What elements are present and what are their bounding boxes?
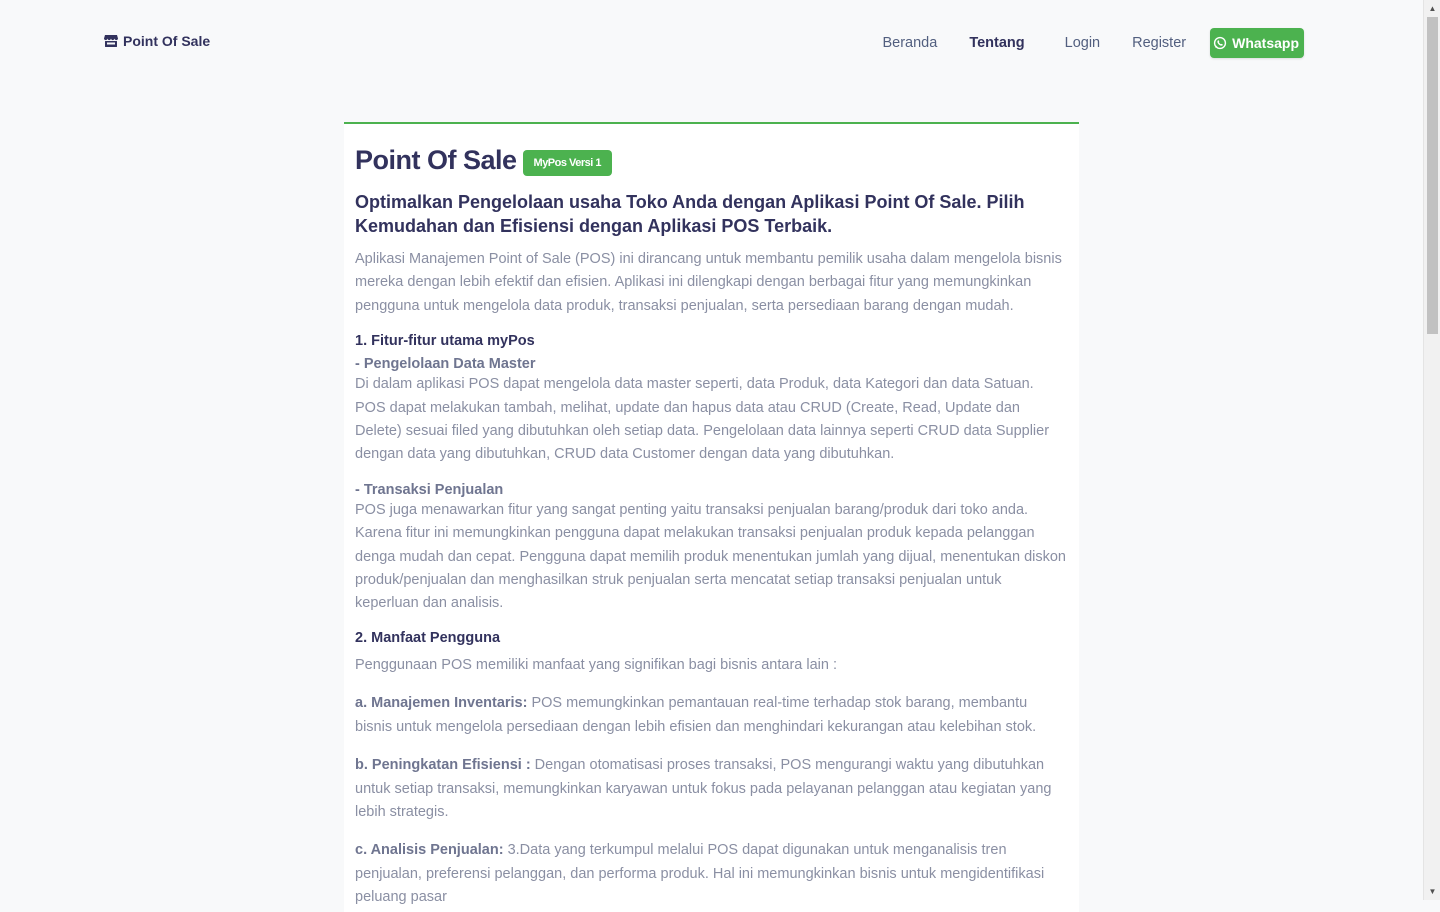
- feature-text: POS juga menawarkan fitur yang sangat pe…: [355, 501, 1066, 612]
- benefit-label: a. Manajemen Inventaris:: [355, 695, 528, 712]
- nav-link-tentang[interactable]: Tentang: [969, 28, 1024, 58]
- intro-paragraph: Aplikasi Manajemen Point of Sale (POS) i…: [355, 251, 1062, 314]
- nav-link-register[interactable]: Register: [1132, 28, 1186, 58]
- whatsapp-icon: [1213, 36, 1227, 50]
- page-scrollbar[interactable]: ▲ ▼: [1423, 0, 1440, 900]
- benefit-item: c. Analisis Penjualan: 3.Data yang terku…: [355, 839, 1068, 909]
- benefit-label: b. Peningkatan Efisiensi :: [355, 757, 531, 774]
- whatsapp-label: Whatsapp: [1232, 35, 1299, 51]
- whatsapp-button[interactable]: Whatsapp: [1210, 28, 1304, 58]
- feature-text: Di dalam aplikasi POS dapat mengelola da…: [355, 376, 1050, 463]
- benefit-label: c. Analisis Penjualan:: [355, 842, 504, 859]
- benefits-intro: Penggunaan POS memiliki manfaat yang sig…: [355, 656, 837, 673]
- page-title: Point Of Sale: [355, 144, 517, 175]
- scroll-down-arrow-icon[interactable]: ▼: [1424, 883, 1440, 900]
- scrollbar-thumb[interactable]: [1427, 17, 1438, 334]
- benefit-item: b. Peningkatan Efisiensi : Dengan otomat…: [355, 754, 1068, 824]
- feature-item: - Transaksi Penjualan POS juga menawarka…: [355, 482, 1068, 616]
- nav-links: Beranda Tentang Login Register Whatsapp: [882, 28, 1304, 58]
- section-benefits-heading: 2. Manfaat Pengguna: [355, 629, 501, 646]
- feature-heading: - Transaksi Penjualan: [355, 481, 504, 498]
- feature-item: - Pengelolaan Data Master Di dalam aplik…: [355, 356, 1068, 467]
- about-card: Point Of Sale MyPos Versi 1 Optimalkan P…: [344, 122, 1079, 912]
- nav-link-login[interactable]: Login: [1065, 28, 1100, 58]
- store-icon: [104, 35, 118, 47]
- brand-link[interactable]: Point Of Sale: [104, 33, 210, 49]
- brand-label: Point Of Sale: [123, 33, 211, 49]
- feature-heading: - Pengelolaan Data Master: [355, 356, 536, 373]
- page-subtitle: Optimalkan Pengelolaan usaha Toko Anda d…: [355, 192, 1025, 236]
- title-row: Point Of Sale MyPos Versi 1: [355, 140, 1068, 180]
- version-badge: MyPos Versi 1: [522, 150, 613, 176]
- benefit-item: a. Manajemen Inventaris: POS memungkinka…: [355, 692, 1068, 739]
- scroll-up-arrow-icon[interactable]: ▲: [1424, 0, 1440, 17]
- top-navbar: Point Of Sale Beranda Tentang Login Regi…: [0, 0, 1423, 84]
- section-features-heading: 1. Fitur-fitur utama myPos: [355, 333, 535, 350]
- nav-link-beranda[interactable]: Beranda: [882, 28, 937, 58]
